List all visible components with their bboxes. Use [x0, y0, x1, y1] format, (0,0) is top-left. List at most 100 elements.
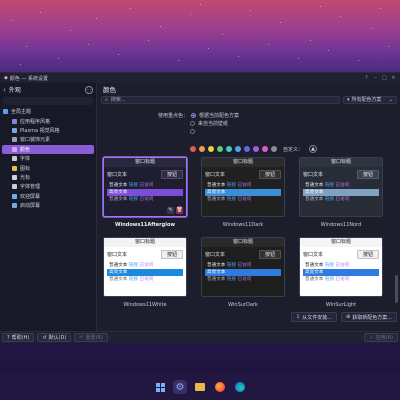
palette-icon: [12, 146, 17, 152]
more-icon[interactable]: ⋯: [85, 85, 93, 94]
preview-normal-text: 普通文本: [305, 183, 324, 188]
star: [96, 18, 97, 19]
edit-icon[interactable]: ✎: [167, 207, 174, 214]
search-input[interactable]: ⌕ 搜索...: [101, 95, 340, 104]
sidebar-item-3[interactable]: 窗口装饰元素: [0, 135, 96, 144]
scrollbar[interactable]: [395, 157, 398, 307]
preview-selected-line: 高亮文本: [303, 189, 379, 196]
preview-list: 普通文本 链接 已访问 高亮文本 普通文本 链接 已访问: [205, 182, 281, 203]
delete-icon[interactable]: 🗑: [176, 207, 183, 214]
check-icon: ✓: [369, 334, 374, 341]
preview-window-text: 窗口文本: [303, 171, 324, 178]
theme-card[interactable]: ✎ 🗑 窗口标题 窗口文本 按钮 普通文本 链接 已访问 高亮文本 普通文本 链接 已访问 Wi…: [103, 157, 187, 228]
accent-swatch[interactable]: [226, 146, 232, 152]
preview-link: 链接: [128, 183, 139, 188]
star: [250, 10, 251, 11]
install-from-file-button[interactable]: ⇩ 从文件安装...: [291, 312, 338, 322]
preview-row: 窗口文本 按钮: [104, 247, 186, 261]
preview-button: 按钮: [161, 249, 183, 259]
preview-normal-text: 普通文本: [207, 183, 226, 188]
custom-color-picker-icon[interactable]: ▲: [309, 145, 318, 153]
accent-scheme-label: 根据当前配色方案: [199, 112, 240, 119]
preview-visited: 已访问: [139, 197, 154, 202]
back-arrow-icon[interactable]: ‹: [3, 86, 6, 94]
sidebar-item-9[interactable]: 欢迎屏幕: [0, 192, 96, 201]
scrollbar-thumb[interactable]: [395, 275, 398, 303]
accent-wallpaper-radio[interactable]: [190, 120, 195, 126]
accent-swatch[interactable]: [244, 146, 250, 152]
firefox-icon[interactable]: [213, 380, 227, 394]
preview-line: 普通文本 链接 已访问: [303, 182, 379, 189]
folder-icon[interactable]: [193, 380, 207, 394]
reset-button[interactable]: ↶ 重置(R): [74, 333, 108, 342]
defaults-button[interactable]: ↺ 默认(D): [37, 333, 72, 342]
theme-name: Windows11Afterglow: [115, 222, 175, 228]
sidebar-item-4[interactable]: 颜色: [2, 144, 94, 154]
wallpaper: [0, 0, 400, 72]
preview-visited: 已访问: [139, 263, 154, 268]
preview-link: 链接: [128, 263, 139, 268]
preview-visited: 已访问: [139, 183, 154, 188]
star: [380, 8, 381, 9]
star: [160, 26, 161, 27]
defaults-label: 默认(D): [48, 335, 67, 341]
apply-button[interactable]: ✓ 应用(A): [364, 333, 398, 342]
accent-swatch[interactable]: [217, 146, 223, 152]
sidebar-item-0[interactable]: 全局主题: [0, 107, 96, 116]
theme-card[interactable]: 窗口标题 窗口文本 按钮 普通文本 链接 已访问 高亮文本 普通文本 链接 已访问 WinS…: [299, 237, 383, 308]
accent-swatch[interactable]: [262, 146, 268, 152]
maximize-icon[interactable]: □: [382, 75, 387, 81]
accent-swatch[interactable]: [199, 146, 205, 152]
sidebar-item-6[interactable]: 图标: [0, 163, 96, 172]
accent-swatch[interactable]: [190, 146, 196, 152]
preview-list: 普通文本 链接 已访问 高亮文本 普通文本 链接 已访问: [107, 182, 183, 203]
scheme-filter-dropdown[interactable]: ▾ 所有配色方案 ⌄: [343, 95, 397, 104]
preview-visited: 已访问: [335, 263, 350, 268]
star: [178, 60, 179, 61]
help-button[interactable]: ? 帮助(H): [2, 333, 35, 342]
preview-row: 窗口文本 按钮: [202, 167, 284, 181]
preview-normal-text: 普通文本: [109, 183, 128, 188]
accent-swatch[interactable]: [253, 146, 259, 152]
theme-card[interactable]: 窗口标题 窗口文本 按钮 普通文本 链接 已访问 高亮文本 普通文本 链接 已访问 WinS…: [201, 237, 285, 308]
get-new-schemes-button[interactable]: ⊕ 获取新配色方案...: [341, 312, 397, 322]
sidebar-item-label: 窗口装饰元素: [20, 137, 51, 144]
close-icon[interactable]: ×: [391, 75, 396, 81]
accent-swatch[interactable]: [208, 146, 214, 152]
plasma-icon: [12, 127, 17, 133]
sidebar-search[interactable]: [3, 97, 93, 105]
sidebar-item-5[interactable]: 字体: [0, 154, 96, 163]
sidebar-item-8[interactable]: 字体管理: [0, 182, 96, 191]
accent-swatch[interactable]: [235, 146, 241, 152]
sidebar-item-7[interactable]: 光标: [0, 173, 96, 182]
preview-window-title: 窗口标题: [104, 158, 186, 167]
preview-window-title: 窗口标题: [202, 238, 284, 247]
star: [70, 30, 71, 31]
accent-scheme-radio[interactable]: [191, 112, 197, 118]
preview-link: 链接: [324, 263, 335, 268]
edge-icon[interactable]: [233, 380, 247, 394]
preview-visited: 已访问: [335, 183, 350, 188]
minimize-icon[interactable]: –: [373, 75, 378, 81]
help-icon[interactable]: ?: [364, 75, 369, 81]
theme-card[interactable]: 窗口标题 窗口文本 按钮 普通文本 链接 已访问 高亮文本 普通文本 链接 已访问 Wind…: [299, 157, 383, 228]
sidebar-item-2[interactable]: Plasma 视觉风格: [0, 126, 96, 135]
theme-name: Windows11Nord: [320, 222, 362, 228]
start-icon[interactable]: [153, 380, 167, 394]
preview-link: 链接: [324, 183, 335, 188]
preview-link: 链接: [226, 263, 237, 268]
preview-window-text: 窗口文本: [303, 251, 324, 258]
sidebar-item-10[interactable]: 启动屏幕: [0, 201, 96, 210]
theme-card[interactable]: 窗口标题 窗口文本 按钮 普通文本 链接 已访问 高亮文本 普通文本 链接 已访问 Wind…: [201, 157, 285, 228]
preview-line: 普通文本 链接 已访问: [205, 196, 281, 203]
accent-swatch[interactable]: [271, 146, 277, 152]
star: [88, 44, 89, 45]
cursor-icon: [12, 174, 17, 180]
settings-window: ◆ 颜色 — 系统设置 ? – □ × ‹ 外观 ⋯ 全局主题 应用程序风格 Pla…: [0, 72, 400, 343]
font-manager-icon: [12, 184, 17, 190]
settings-icon[interactable]: ⚙: [173, 380, 187, 394]
sidebar-item-1[interactable]: 应用程序风格: [0, 116, 96, 125]
star: [222, 34, 223, 35]
accent-custom-radio[interactable]: [190, 128, 195, 134]
theme-card[interactable]: 窗口标题 窗口文本 按钮 普通文本 链接 已访问 高亮文本 普通文本 链接 已访问 Wind…: [103, 237, 187, 308]
